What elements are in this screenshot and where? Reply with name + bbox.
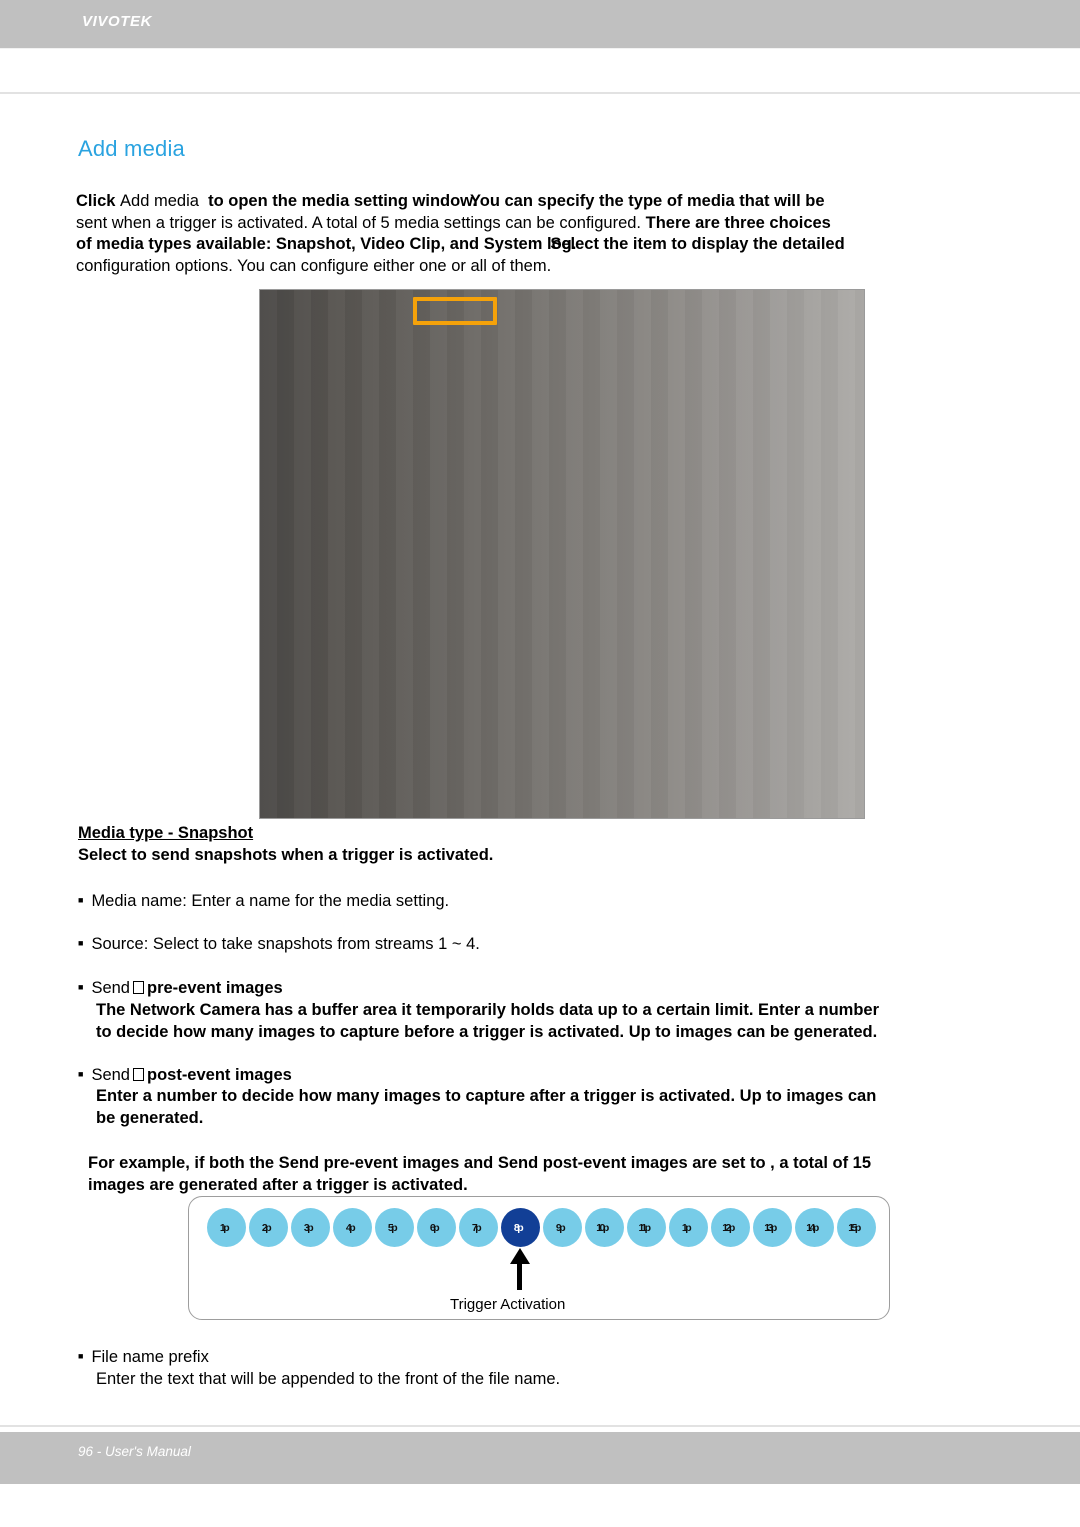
frame-circle: 4p [333, 1208, 372, 1247]
header-divider-secondary [0, 92, 1080, 94]
missing-glyph-icon [132, 981, 144, 994]
frame-label: 1p [219, 1221, 230, 1234]
intro-line-4: configuration options. You can configure… [76, 256, 1056, 278]
intro-line-2: sent when a trigger is activated. A tota… [76, 213, 1056, 235]
intro-specify-label: You can specify the type of media that w… [469, 192, 825, 210]
media-setting-window-screenshot [259, 289, 865, 819]
highlight-box [413, 297, 497, 325]
bullet-send-pre-event: Send pre-event images [78, 976, 283, 999]
bullet-file-name-prefix: File name prefix [78, 1345, 208, 1368]
pre-event-description-line-2: to decide how many images to capture bef… [96, 1023, 878, 1041]
frame-label: 15p [848, 1221, 861, 1234]
pre-event-description-line-1: The Network Camera has a buffer area it … [96, 1001, 880, 1019]
frame-label: 9p [555, 1221, 566, 1234]
frame-label: 12p [722, 1221, 735, 1234]
frame-circle: 8p [501, 1208, 540, 1247]
frame-label: 10p [596, 1221, 609, 1234]
post-event-send-label: Send [91, 1066, 130, 1084]
missing-glyph-icon [132, 1068, 144, 1081]
pre-event-images-label: pre-event images [146, 979, 283, 997]
post-event-images-label: post-event images [146, 1066, 292, 1084]
frame-circle: 7p [459, 1208, 498, 1247]
frame-circle: 1p [669, 1208, 708, 1247]
frame-circle: 14p [795, 1208, 834, 1247]
intro-select-item-label: Select the item to display the detailed [550, 235, 845, 253]
frame-list: 1p 2p 3p 4p 5p 6p 7p 8p 9p 10p 11p 1p 12p 13p 14p 15p [207, 1208, 876, 1247]
intro-paragraph: Click Add media to open the media settin… [76, 191, 1056, 277]
frame-label: 3p [303, 1221, 314, 1234]
bullet-media-name: Media name: Enter a name for the media s… [78, 889, 449, 912]
bullet-source: Source: Select to take snapshots from st… [78, 932, 479, 955]
header-divider [0, 48, 1080, 49]
frame-label: 2p [261, 1221, 272, 1234]
example-line-2: images are generated after a trigger is … [88, 1176, 468, 1194]
bullet-send-post-event: Send post-event images [78, 1063, 292, 1086]
intro-sent-label: sent when a trigger is activated. A tota… [76, 213, 642, 232]
post-event-description-line-2: be generated. [96, 1109, 204, 1127]
pre-event-send-label: Send [91, 979, 130, 997]
intro-three-choices-label: There are three choices [645, 213, 831, 232]
frame-label: 8p [513, 1221, 524, 1234]
frame-circle: 11p [627, 1208, 666, 1247]
file-name-prefix-description: Enter the text that will be appended to … [96, 1370, 561, 1388]
frame-circle: 5p [375, 1208, 414, 1247]
frame-circle: 15p [837, 1208, 876, 1247]
frame-label: 11p [638, 1221, 651, 1234]
frame-circle: 6p [417, 1208, 456, 1247]
intro-line-1: Click Add media to open the media settin… [76, 191, 1056, 213]
frame-circle: 1p [207, 1208, 246, 1247]
frame-label: 6p [429, 1221, 440, 1234]
post-event-description-line-1: Enter a number to decide how many images… [96, 1087, 877, 1105]
frame-label: 4p [345, 1221, 356, 1234]
brand-logo: VIVOTEK [82, 13, 153, 30]
page-number-label: 96 - User's Manual [78, 1444, 191, 1459]
frame-circle: 13p [753, 1208, 792, 1247]
frame-circle: 10p [585, 1208, 624, 1247]
frame-label: 5p [387, 1221, 398, 1234]
intro-open-window-label: to open the media setting window. [208, 192, 477, 210]
frame-label: 14p [806, 1221, 819, 1234]
frame-label: 13p [764, 1221, 777, 1234]
frame-circle: 3p [291, 1208, 330, 1247]
media-type-heading: Media type - Snapshot [78, 824, 254, 842]
frame-circle: 2p [249, 1208, 288, 1247]
frame-circle: 12p [711, 1208, 750, 1247]
intro-line-3: of media types available: Snapshot, Vide… [76, 234, 1056, 256]
arrow-shaft [517, 1258, 522, 1290]
trigger-activation-label: Trigger Activation [450, 1296, 566, 1313]
page-title: Add media [78, 136, 185, 161]
media-type-subheading: Select to send snapshots when a trigger … [78, 846, 494, 864]
frame-label: 1p [681, 1221, 692, 1234]
frame-label: 7p [471, 1221, 482, 1234]
footer-divider [0, 1425, 1080, 1427]
intro-click-label: Click [76, 192, 116, 210]
example-line-1: For example, if both the Send pre-event … [88, 1154, 872, 1172]
intro-addmedia-label: Add media [120, 192, 199, 210]
frame-circle: 9p [543, 1208, 582, 1247]
trigger-arrow-icon [500, 1248, 540, 1290]
page-header [0, 0, 1080, 48]
intro-config-options-label: configuration options. You can configure… [76, 256, 552, 275]
intro-media-types-label: of media types available: Snapshot, Vide… [76, 235, 577, 253]
